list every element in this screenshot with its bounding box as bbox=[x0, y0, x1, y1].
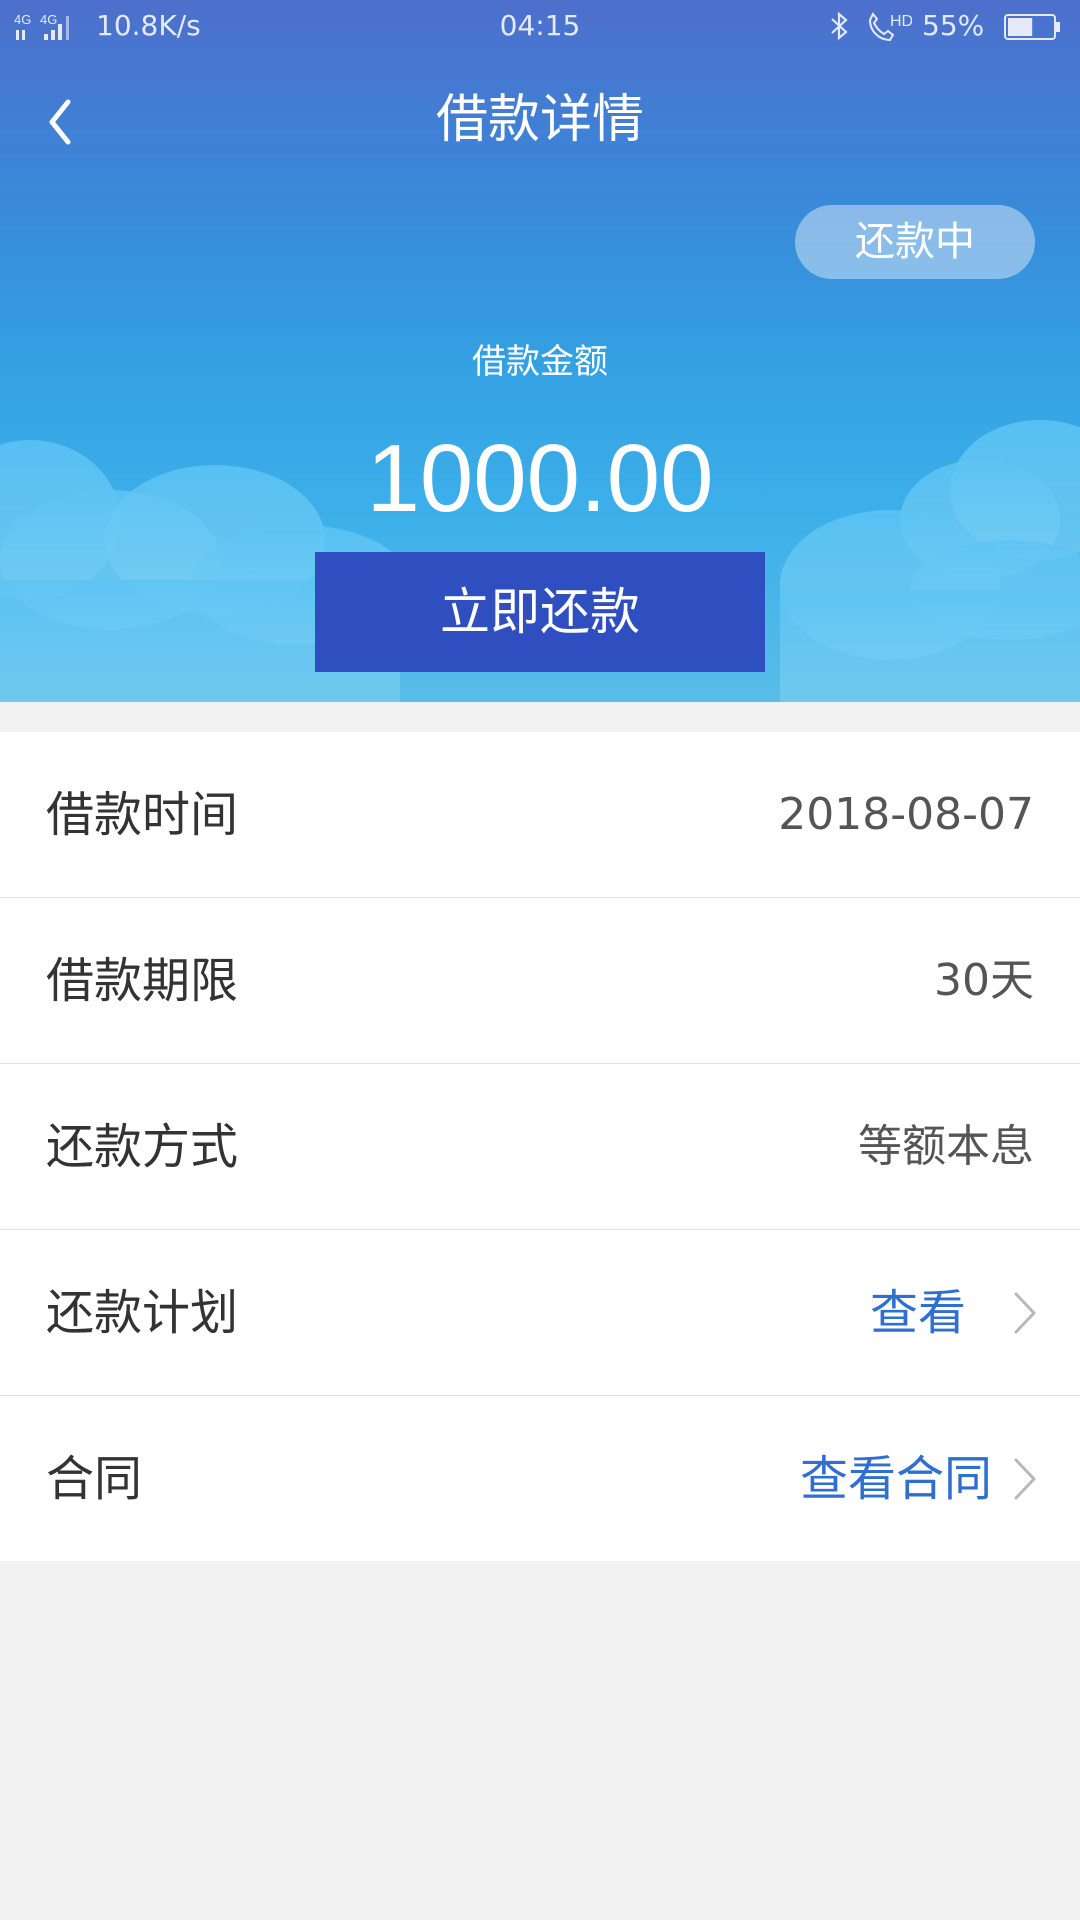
view-plan-link[interactable]: 查看 bbox=[870, 1230, 966, 1396]
battery-percent: 55% bbox=[922, 9, 985, 42]
battery-icon bbox=[1004, 14, 1060, 40]
chevron-right-icon bbox=[1014, 1458, 1036, 1500]
list-item-loan-date: 借款时间 2018-08-07 bbox=[0, 732, 1080, 898]
header-banner: 4G 4G 10.8K/s 04:15 HD 55% 借款详情 还款中 借款金额… bbox=[0, 0, 1080, 702]
bluetooth-icon bbox=[831, 11, 848, 41]
row-label: 还款计划 bbox=[46, 1285, 239, 1341]
repay-now-button[interactable]: 立即还款 bbox=[315, 552, 765, 672]
clock: 04:15 bbox=[499, 9, 581, 42]
row-label: 合同 bbox=[46, 1451, 143, 1507]
svg-text:HD: HD bbox=[890, 13, 912, 30]
hd-call-icon: HD bbox=[868, 12, 912, 42]
amount-label: 借款金额 bbox=[472, 342, 608, 382]
row-label: 借款时间 bbox=[46, 787, 239, 843]
status-badge: 还款中 bbox=[795, 205, 1035, 279]
loan-detail-screen: 4G 4G 10.8K/s 04:15 HD 55% 借款详情 还款中 借款金额… bbox=[0, 0, 1080, 1920]
status-bar: 4G 4G 10.8K/s 04:15 HD 55% bbox=[0, 0, 1080, 54]
row-label: 借款期限 bbox=[46, 953, 239, 1009]
chevron-right-icon bbox=[1014, 1292, 1036, 1334]
list-item-repay-plan[interactable]: 还款计划 查看 bbox=[0, 1230, 1080, 1396]
row-value: 30天 bbox=[934, 955, 1034, 1006]
amount-value: 1000.00 bbox=[366, 425, 714, 532]
row-value: 2018-08-07 bbox=[778, 789, 1034, 840]
view-contract-link[interactable]: 查看合同 bbox=[800, 1396, 992, 1562]
page-title: 借款详情 bbox=[435, 90, 644, 150]
row-value: 等额本息 bbox=[858, 1121, 1034, 1172]
list-item-repay-method: 还款方式 等额本息 bbox=[0, 1064, 1080, 1230]
detail-list: 借款时间 2018-08-07 借款期限 30天 还款方式 等额本息 还款计划 … bbox=[0, 732, 1080, 1561]
list-item-contract[interactable]: 合同 查看合同 bbox=[0, 1396, 1080, 1561]
list-item-loan-term: 借款期限 30天 bbox=[0, 898, 1080, 1064]
row-label: 还款方式 bbox=[46, 1119, 239, 1175]
